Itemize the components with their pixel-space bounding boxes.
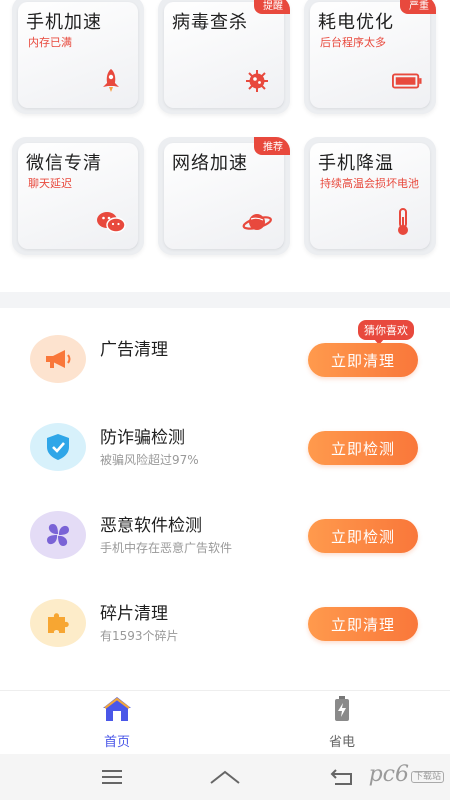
card-title: 手机加速 (26, 12, 102, 33)
clean-now-button[interactable]: 立即清理 (308, 343, 418, 377)
tab-home[interactable]: 首页 (77, 695, 157, 751)
watermark-small: 下载站 (410, 770, 444, 783)
watermark: pc6 下载站 (369, 762, 444, 787)
list-item-ad-clean[interactable]: 广告清理 立即清理 (0, 335, 450, 423)
clover-icon (30, 511, 86, 559)
feature-grid: 手机加速 内存已满 提醒 病毒查杀 严重 耗电优化 后台程序太多 微信专清 聊天… (0, 0, 450, 290)
card-phone-cool[interactable]: 手机降温 持续高温会损坏电池 (304, 137, 436, 255)
list-item-desc: 手机中存在恶意广告软件 (100, 541, 233, 555)
tab-label: 首页 (103, 735, 130, 750)
card-wechat-clean[interactable]: 微信专清 聊天延迟 (12, 137, 144, 255)
list-item-name: 防诈骗检测 (100, 428, 185, 448)
megaphone-icon (30, 335, 86, 383)
list-item-name: 恶意软件检测 (100, 516, 202, 536)
card-title: 病毒查杀 (172, 12, 248, 33)
card-subtitle: 聊天延迟 (28, 177, 72, 190)
tab-power-save[interactable]: 省电 (302, 695, 382, 751)
card-subtitle: 持续高温会损坏电池 (320, 177, 419, 190)
card-virus-scan[interactable]: 提醒 病毒查杀 (158, 0, 290, 114)
rocket-icon (96, 66, 126, 96)
shield-check-icon (30, 423, 86, 471)
card-tag: 严重 (400, 0, 436, 14)
card-phone-boost[interactable]: 手机加速 内存已满 (12, 0, 144, 114)
card-title: 微信专清 (26, 153, 102, 174)
section-divider (0, 292, 450, 308)
card-title: 手机降温 (318, 153, 394, 174)
card-tag: 提醒 (254, 0, 290, 14)
card-title: 耗电优化 (318, 12, 394, 33)
list-item-fraud-detect[interactable]: 防诈骗检测 被骗风险超过97% 立即检测 (0, 423, 450, 511)
card-network-boost[interactable]: 推荐 网络加速 (158, 137, 290, 255)
card-subtitle: 内存已满 (28, 36, 72, 49)
list-item-fragment-clean[interactable]: 碎片清理 有1593个碎片 立即清理 (0, 599, 450, 687)
puzzle-icon (30, 599, 86, 647)
card-subtitle: 后台程序太多 (320, 36, 386, 49)
detect-now-button[interactable]: 立即检测 (308, 431, 418, 465)
planet-icon (242, 207, 272, 237)
bottom-tab-bar: 首页 省电 (0, 690, 450, 754)
home-icon (101, 695, 133, 727)
card-title: 网络加速 (172, 153, 248, 174)
detect-now-button[interactable]: 立即检测 (308, 519, 418, 553)
virus-icon (242, 66, 272, 96)
home-nav-icon[interactable] (205, 764, 245, 790)
tab-label: 省电 (328, 735, 355, 750)
list-item-name: 碎片清理 (100, 604, 168, 624)
back-icon[interactable] (322, 764, 362, 790)
card-battery-optimize[interactable]: 严重 耗电优化 后台程序太多 (304, 0, 436, 114)
list-item-desc: 被骗风险超过97% (100, 453, 199, 467)
wechat-icon (96, 207, 126, 237)
card-tag: 推荐 (254, 137, 290, 155)
battery-charge-icon (331, 695, 353, 727)
thermometer-icon (388, 207, 418, 237)
clean-now-button[interactable]: 立即清理 (308, 607, 418, 641)
list-item-malware-detect[interactable]: 恶意软件检测 手机中存在恶意广告软件 立即检测 (0, 511, 450, 599)
watermark-text: pc6 (368, 762, 409, 787)
menu-icon[interactable] (92, 764, 132, 790)
list-item-desc: 有1593个碎片 (100, 629, 179, 643)
list-item-name: 广告清理 (100, 340, 168, 360)
battery-icon (392, 66, 422, 96)
